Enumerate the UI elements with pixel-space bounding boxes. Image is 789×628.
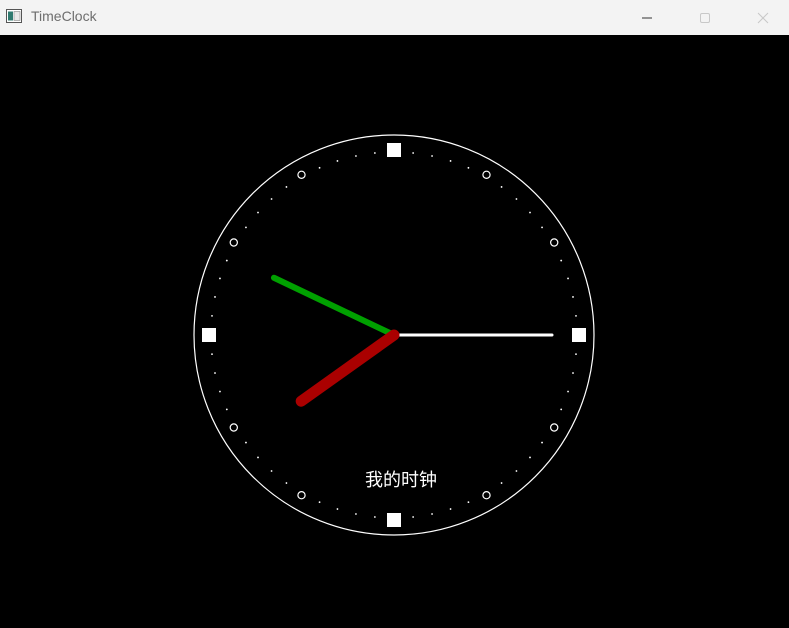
minute-tick xyxy=(412,152,415,154)
maximize-button[interactable] xyxy=(676,0,734,35)
minute-tick xyxy=(572,296,574,298)
minute-tick xyxy=(245,226,247,229)
minute-tick xyxy=(431,155,433,157)
minute-tick xyxy=(529,211,531,214)
minute-tick xyxy=(449,508,452,510)
minute-tick xyxy=(336,160,339,162)
minute-tick xyxy=(541,441,543,444)
minute-tick xyxy=(318,166,321,169)
hour-marker-circle xyxy=(229,238,238,247)
minute-tick xyxy=(270,470,273,472)
minute-tick xyxy=(560,259,563,262)
minute-tick xyxy=(373,152,376,154)
minimize-icon xyxy=(642,17,652,18)
analog-clock: 我的时钟 xyxy=(193,134,595,536)
minute-tick xyxy=(567,390,569,393)
minute-tick xyxy=(225,408,228,411)
close-icon xyxy=(757,12,769,23)
minute-tick xyxy=(355,513,357,515)
hour-marker-circle xyxy=(482,491,491,500)
minute-tick xyxy=(257,456,259,459)
minute-tick xyxy=(225,259,228,262)
minute-tick xyxy=(412,516,415,518)
hour-hand xyxy=(295,329,400,407)
minute-tick xyxy=(214,372,216,374)
minute-tick xyxy=(567,277,569,280)
minute-tick xyxy=(355,155,357,157)
minute-tick xyxy=(219,277,221,280)
minute-tick xyxy=(560,408,563,411)
minute-tick xyxy=(211,314,213,317)
timeclock-window: TimeClock 我的时钟 xyxy=(0,0,789,628)
center-pin xyxy=(390,331,398,339)
minute-tick xyxy=(515,198,518,200)
app-window-icon xyxy=(6,9,22,23)
minimize-button[interactable] xyxy=(618,0,676,35)
minute-tick xyxy=(245,441,247,444)
hour-marker-circle xyxy=(482,170,491,179)
minute-tick xyxy=(449,160,452,162)
minute-tick xyxy=(270,198,273,200)
minute-tick xyxy=(515,470,518,472)
clock-canvas: 我的时钟 xyxy=(0,35,789,628)
hour-marker-circle xyxy=(229,423,238,432)
minute-tick xyxy=(431,513,433,515)
hour-marker-circle xyxy=(550,423,559,432)
close-button[interactable] xyxy=(734,0,789,35)
title-bar[interactable]: TimeClock xyxy=(0,0,789,35)
clock-caption: 我的时钟 xyxy=(365,470,437,491)
hour-marker-square xyxy=(387,143,401,157)
minute-tick xyxy=(529,456,531,459)
hour-marker-circle xyxy=(297,170,306,179)
minute-tick xyxy=(257,211,259,214)
hour-marker-circle xyxy=(550,238,559,247)
minute-tick xyxy=(336,508,339,510)
minute-tick xyxy=(541,226,543,229)
minute-tick xyxy=(285,186,288,188)
hour-marker-square xyxy=(202,328,216,342)
minute-tick xyxy=(467,501,470,504)
hour-marker-circle xyxy=(297,491,306,500)
minute-tick xyxy=(285,482,288,484)
minute-tick xyxy=(214,296,216,298)
minute-tick xyxy=(211,353,213,356)
maximize-icon xyxy=(700,12,710,23)
window-title: TimeClock xyxy=(31,8,97,24)
minute-tick xyxy=(575,314,577,317)
minute-tick xyxy=(500,482,503,484)
clock-hands xyxy=(270,274,554,407)
minute-tick xyxy=(373,516,376,518)
hour-marker-square xyxy=(387,513,401,527)
minute-tick xyxy=(219,390,221,393)
minute-tick xyxy=(572,372,574,374)
minute-hand xyxy=(270,274,397,338)
hour-marker-square xyxy=(572,328,586,342)
minute-tick xyxy=(467,166,470,169)
minute-tick xyxy=(575,353,577,356)
minute-tick xyxy=(500,186,503,188)
minute-tick xyxy=(318,501,321,504)
